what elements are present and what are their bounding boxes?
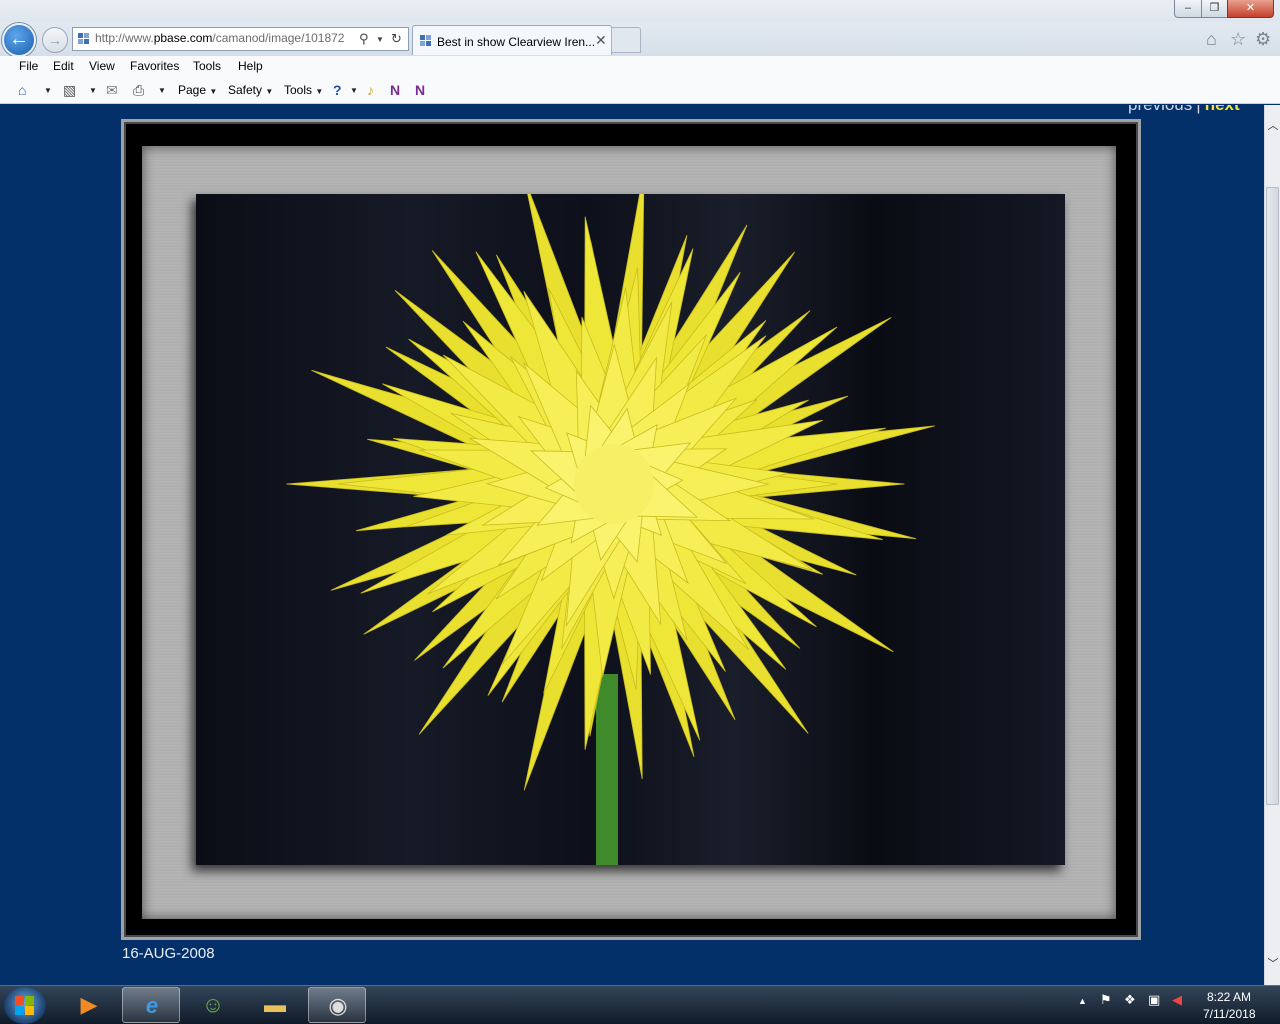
onenote-icon[interactable]: N: [390, 82, 400, 98]
search-icon[interactable]: ⚲: [359, 31, 369, 47]
navigation-bar: ← → http://www.pbase.com/camanod/image/1…: [0, 22, 1280, 57]
back-arrow-icon: ←: [9, 28, 29, 50]
menu-view[interactable]: View: [89, 59, 115, 73]
action-center-flag-icon[interactable]: ⚑: [1100, 992, 1112, 1008]
network-icon[interactable]: ▣: [1148, 992, 1160, 1008]
gear-icon[interactable]: ⚙: [1255, 29, 1271, 50]
scroll-up-icon[interactable]: ︿: [1265, 117, 1280, 133]
new-tab-button[interactable]: [611, 27, 641, 53]
url-input[interactable]: http://www.pbase.com/camanod/image/10187…: [95, 31, 357, 45]
back-button[interactable]: ←: [2, 23, 36, 57]
url-domain: pbase.com: [153, 31, 213, 45]
window-titlebar: – ❐ ✕: [0, 0, 1280, 24]
star-icon[interactable]: ☆: [1230, 29, 1246, 50]
tab-close-icon[interactable]: ✕: [595, 32, 607, 49]
media-player-icon: ▶: [80, 992, 98, 1017]
volume-muted-icon[interactable]: ◀: [1172, 992, 1182, 1008]
print-dropdown-icon[interactable]: ▼: [158, 86, 166, 95]
photo-frame: [121, 119, 1141, 940]
rss-dropdown-icon[interactable]: ▼: [89, 86, 97, 95]
tab-active[interactable]: Best in show Clearview Iren... ✕: [412, 25, 612, 55]
forward-arrow-icon: →: [48, 32, 62, 48]
photo-date: 16-AUG-2008: [122, 945, 215, 962]
menu-edit[interactable]: Edit: [53, 59, 74, 73]
folder-icon: ▬: [264, 992, 286, 1017]
people-taskbar-button[interactable]: ☺: [184, 987, 242, 1023]
pager-separator: |: [1196, 105, 1200, 114]
dropbox-icon[interactable]: ❖: [1124, 992, 1136, 1008]
maximize-button[interactable]: ❐: [1201, 0, 1228, 18]
refresh-icon[interactable]: ↻: [391, 31, 402, 47]
rss-icon[interactable]: ▧: [63, 82, 76, 99]
menu-file[interactable]: File: [19, 59, 38, 73]
mail-icon[interactable]: ✉: [106, 82, 118, 99]
start-button[interactable]: [4, 987, 46, 1024]
menu-tools[interactable]: Tools: [193, 59, 221, 73]
show-hidden-icons[interactable]: ▲: [1078, 996, 1087, 1006]
file-explorer-taskbar-button[interactable]: ▬: [246, 987, 304, 1023]
next-link[interactable]: next: [1205, 105, 1240, 114]
page-menu-label: Page: [178, 83, 207, 97]
home-dropdown-icon[interactable]: ▼: [44, 86, 52, 95]
people-icon: ☺: [201, 992, 225, 1017]
clock-date[interactable]: 7/11/2018: [1203, 1007, 1256, 1021]
eye-app-taskbar-button[interactable]: ◉: [308, 987, 366, 1023]
minimize-button[interactable]: –: [1174, 0, 1202, 18]
clock-time[interactable]: 8:22 AM: [1207, 990, 1251, 1004]
tab-favicon: [420, 35, 432, 47]
photo-mat: [142, 146, 1116, 919]
windows-logo-icon: [15, 996, 24, 1005]
print-icon[interactable]: ⎙: [133, 82, 144, 99]
internet-explorer-taskbar-button[interactable]: e: [122, 987, 180, 1023]
close-window-button[interactable]: ✕: [1227, 0, 1274, 18]
help-icon[interactable]: ?: [333, 82, 342, 98]
eye-icon: ◉: [328, 993, 348, 1018]
menu-help[interactable]: Help: [238, 59, 263, 73]
site-favicon: [78, 33, 90, 45]
dahlia-photo[interactable]: [196, 194, 1065, 865]
page-viewport: previous | next: [0, 105, 1264, 985]
tab-title: Best in show Clearview Iren...: [437, 35, 596, 49]
internet-explorer-icon: e: [145, 993, 159, 1018]
media-player-taskbar-button[interactable]: ▶: [60, 987, 118, 1023]
scroll-down-icon[interactable]: ﹀: [1265, 955, 1280, 971]
pager: previous | next: [1128, 105, 1240, 115]
tools-menu-button[interactable]: Tools ▼: [284, 83, 323, 97]
tools-menu-label: Tools: [284, 83, 313, 97]
onenote-linked-icon[interactable]: N: [415, 82, 425, 98]
scroll-thumb[interactable]: [1266, 187, 1279, 805]
home-icon[interactable]: ⌂: [1206, 29, 1217, 50]
menu-bar: File Edit View Favorites Tools Help: [0, 56, 1280, 78]
home-icon[interactable]: ⌂: [18, 82, 26, 98]
vertical-scrollbar[interactable]: ︿ ﹀: [1264, 105, 1280, 985]
taskbar: ▶ e ☺ ▬ ◉ ▲ ⚑ ❖ ▣ ◀ 8:22 AM 7/11/2018: [0, 985, 1280, 1024]
research-icon[interactable]: ♪: [367, 82, 374, 98]
safety-menu-label: Safety: [228, 83, 263, 97]
safety-menu-button[interactable]: Safety ▼: [228, 83, 273, 97]
menu-favorites[interactable]: Favorites: [130, 59, 179, 73]
dahlia-illustration: [196, 194, 1065, 865]
page-menu-button[interactable]: Page ▼: [178, 83, 217, 97]
help-dropdown-icon[interactable]: ▼: [350, 86, 358, 95]
previous-link[interactable]: previous: [1128, 105, 1192, 114]
forward-button[interactable]: →: [42, 27, 68, 53]
command-bar: ⌂ ▼ ▧ ▼ ✉ ⎙ ▼ Page ▼ Safety ▼ Tools ▼ ? …: [0, 78, 1280, 104]
address-bar[interactable]: http://www.pbase.com/camanod/image/10187…: [72, 27, 409, 51]
dropdown-icon[interactable]: ▼: [376, 35, 384, 44]
